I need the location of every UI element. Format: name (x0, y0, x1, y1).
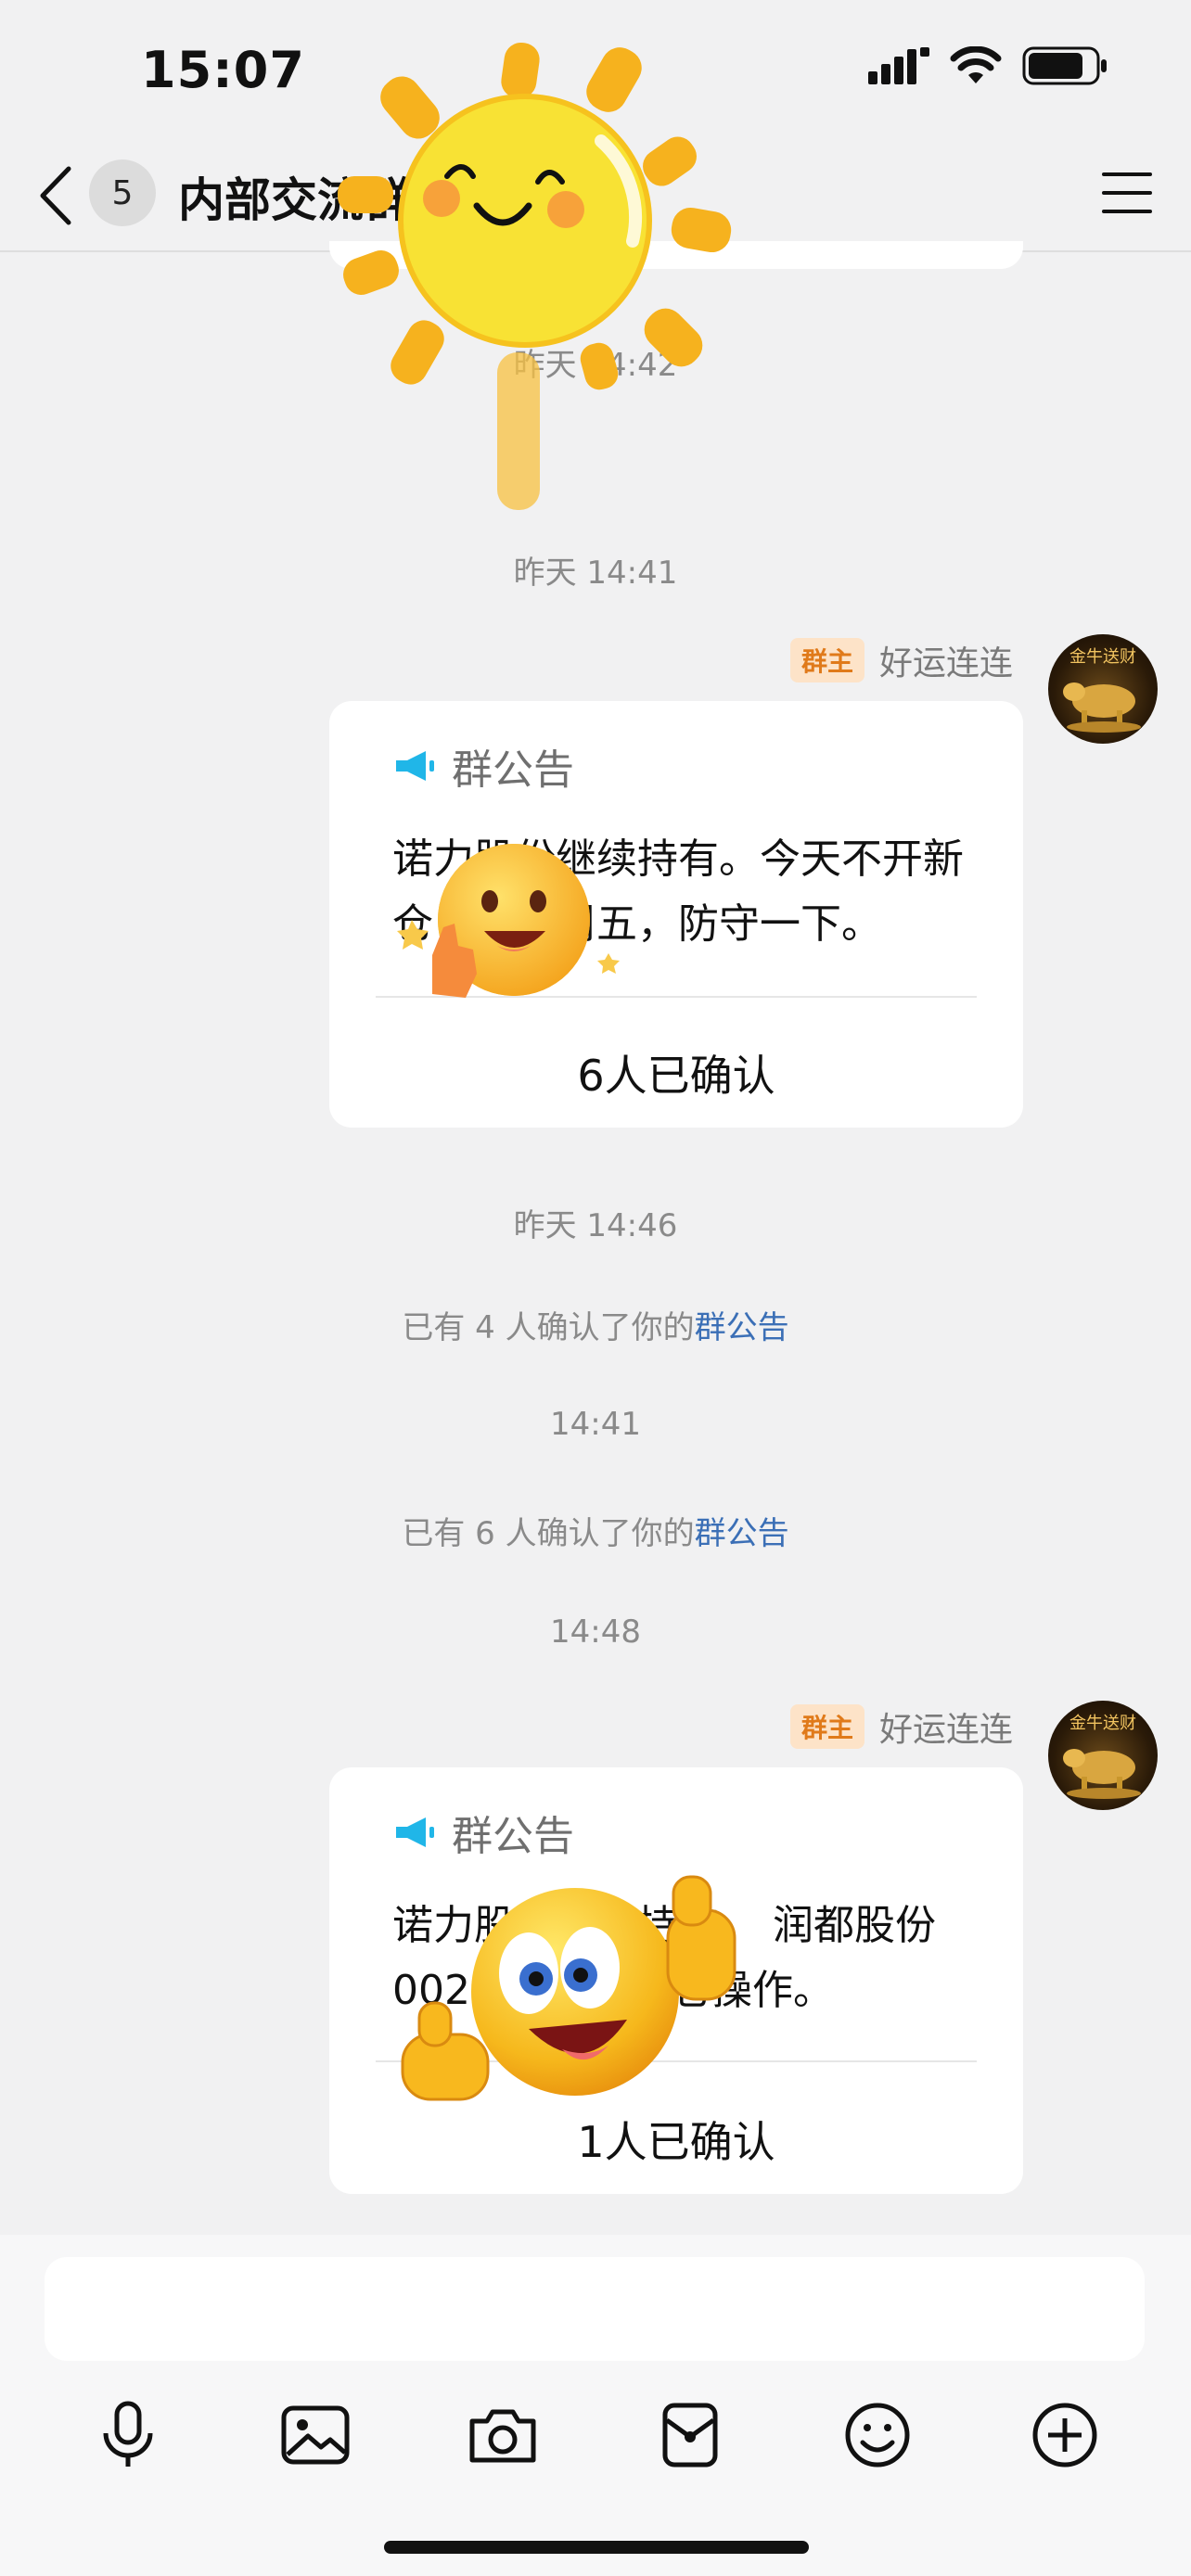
confirm-count[interactable]: 6人已确认 (329, 1042, 1023, 1103)
cellular-signal-icon (868, 47, 929, 84)
menu-icon[interactable] (1100, 169, 1154, 217)
announcement-header: 群公告 (392, 1803, 574, 1862)
golden-bull-icon (1063, 1749, 1141, 1799)
wifi-icon (950, 46, 1002, 83)
golden-bull-icon (1063, 682, 1141, 733)
announcement-header: 群公告 (392, 736, 574, 796)
camera-icon[interactable] (460, 2392, 545, 2478)
owner-tag: 群主 (789, 1704, 864, 1749)
back-chevron-icon[interactable] (37, 165, 74, 226)
timestamp: 昨天 14:46 (513, 1207, 678, 1244)
sun-sticker-icon (338, 42, 732, 510)
system-notice: 已有 6 人确认了你的群公告 (0, 1508, 1191, 1553)
chat-toolbar (0, 2392, 1191, 2504)
input-area (0, 2235, 1191, 2576)
status-time: 15:07 (141, 41, 305, 99)
timestamp: 14:41 (550, 1406, 641, 1443)
microphone-icon[interactable] (85, 2392, 171, 2478)
status-icons (868, 46, 1108, 85)
sender-row: 群主 好运连连 (789, 1702, 1013, 1751)
red-packet-icon[interactable] (647, 2392, 733, 2478)
timestamp: 昨天 14:41 (513, 555, 678, 592)
avatar[interactable]: 金牛送财 (1048, 1701, 1158, 1810)
timestamp: 14:48 (550, 1613, 641, 1651)
owner-tag: 群主 (789, 638, 864, 682)
message-input[interactable] (45, 2257, 1145, 2361)
confirm-count[interactable]: 1人已确认 (329, 2109, 1023, 2170)
avatar[interactable]: 金牛送财 (1048, 634, 1158, 744)
plus-icon[interactable] (1022, 2392, 1108, 2478)
announcement-link[interactable]: 群公告 (695, 1309, 789, 1346)
home-indicator[interactable] (384, 2541, 809, 2554)
sender-row: 群主 好运连连 (789, 636, 1013, 684)
announcement-title: 群公告 (452, 1813, 574, 1860)
sender-name: 好运连连 (878, 1711, 1013, 1749)
image-icon[interactable] (273, 2392, 358, 2478)
megaphone-icon (396, 1817, 434, 1847)
announcement-link[interactable]: 群公告 (695, 1515, 789, 1552)
system-notice-text: 已有 6 人确认了你的 (402, 1515, 695, 1552)
thumbs-up-emoji-sticker-icon (401, 1875, 736, 2101)
emoji-icon[interactable] (835, 2392, 920, 2478)
system-notice-text: 已有 4 人确认了你的 (402, 1309, 695, 1346)
announcement-title: 群公告 (452, 746, 574, 794)
unread-count-badge[interactable]: 5 (89, 159, 156, 226)
sender-name: 好运连连 (878, 644, 1013, 682)
megaphone-icon (396, 751, 434, 781)
battery-icon (1022, 46, 1107, 85)
thumbs-up-smiley-sticker-icon (397, 844, 620, 998)
system-notice: 已有 4 人确认了你的群公告 (0, 1302, 1191, 1347)
